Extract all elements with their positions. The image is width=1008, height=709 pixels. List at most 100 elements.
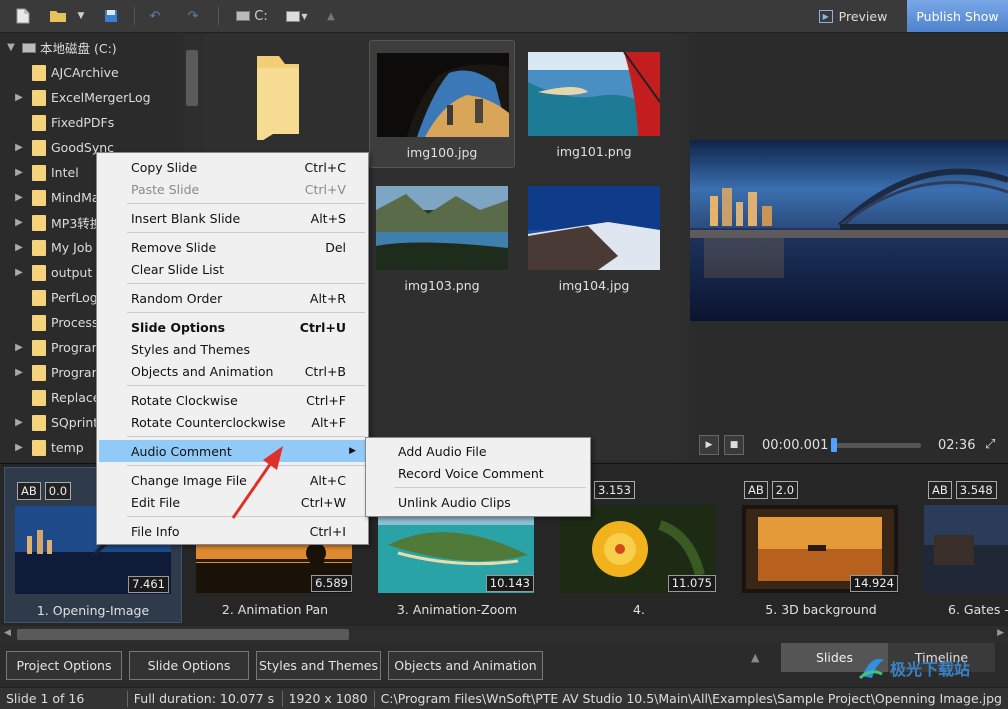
menu-item-paste-slide[interactable]: Paste Slide Ctrl+V [99, 178, 366, 200]
objects-animation-button[interactable]: Objects and Animation [388, 651, 543, 680]
file-item-img101[interactable]: img101.png [521, 40, 667, 168]
tab-timeline[interactable]: Timeline [888, 643, 995, 672]
expand-icon[interactable]: ▶ [12, 192, 26, 203]
transition-badge[interactable]: 0.0 [44, 482, 72, 500]
expand-icon[interactable]: ▶ [12, 167, 26, 178]
tree-item[interactable]: ▶ ExcelMergerLog [0, 85, 182, 110]
status-bar: Slide 1 of 16 Full duration: 10.077 s 19… [0, 687, 1008, 709]
menu-item-edit-file[interactable]: Edit File Ctrl+W [99, 491, 366, 513]
menu-item-slide-options[interactable]: Slide Options Ctrl+U [99, 316, 366, 338]
submenu-item-record-voice-comment[interactable]: Record Voice Comment [368, 462, 588, 484]
tree-item[interactable]: FixedPDFs [0, 110, 182, 135]
transition-badge[interactable]: 3.548 [955, 481, 997, 499]
slide-item[interactable]: AB 3.548 6. Gates -t [914, 467, 1008, 623]
menu-item-objects-and-animation[interactable]: Objects and Animation Ctrl+B [99, 360, 366, 382]
submenu-item-unlink-audio-clips[interactable]: Unlink Audio Clips [368, 491, 588, 513]
folder-icon [32, 264, 46, 281]
expand-icon[interactable]: ▶ [12, 367, 26, 378]
tab-slides[interactable]: Slides [781, 643, 888, 672]
menu-item-remove-slide[interactable]: Remove Slide Del [99, 236, 366, 258]
preview-button[interactable]: ▶ Preview [808, 2, 898, 30]
up-arrow-icon[interactable]: ▲ [323, 5, 339, 27]
file-item-folder[interactable] [217, 40, 363, 168]
menu-item-rotate-clockwise[interactable]: Rotate Clockwise Ctrl+F [99, 389, 366, 411]
slide-item[interactable]: AB 2.0 14.924 5. 3D background [732, 467, 910, 623]
seek-slider[interactable] [831, 438, 921, 452]
folder-icon [32, 389, 46, 406]
tree-item-label: MindMa [51, 190, 100, 205]
menu-item-shortcut: Alt+F [311, 414, 346, 430]
drive-selector[interactable]: C: [232, 5, 272, 27]
menu-item-shortcut: Del [325, 239, 346, 255]
tree-root[interactable]: ▼ 本地磁盘 (C:) [0, 35, 182, 60]
menu-item-change-image-file[interactable]: Change Image File Alt+C [99, 469, 366, 491]
drive-icon [22, 42, 36, 53]
folder-icon [32, 114, 46, 131]
menu-item-insert-blank-slide[interactable]: Insert Blank Slide Alt+S [99, 207, 366, 229]
redo-icon[interactable]: ↷ [182, 5, 204, 27]
transition-badge[interactable]: 3.153 [594, 481, 635, 499]
slide-duration: 6.589 [311, 575, 352, 592]
scroll-right-icon[interactable]: ▶ [997, 628, 1004, 638]
play-preview-icon: ▶ [818, 9, 833, 23]
styles-themes-button[interactable]: Styles and Themes [256, 651, 381, 680]
submenu-item-add-audio-file[interactable]: Add Audio File [368, 440, 588, 462]
folder-icon [32, 289, 46, 306]
fullscreen-icon[interactable]: ⤢ [985, 437, 995, 452]
ab-badge[interactable]: AB [744, 481, 768, 499]
expand-icon[interactable]: ▶ [12, 267, 26, 278]
transition-badge[interactable]: 2.0 [771, 481, 799, 499]
file-item-img104[interactable]: img104.jpg [521, 180, 667, 308]
menu-item-rotate-counterclockwise[interactable]: Rotate Counterclockwise Alt+F [99, 411, 366, 433]
tree-item[interactable]: AJCArchive [0, 60, 182, 85]
expand-icon[interactable]: ▶ [12, 92, 26, 103]
menu-item-copy-slide[interactable]: Copy Slide Ctrl+C [99, 156, 366, 178]
slide-name: 4. [633, 602, 645, 617]
folder-icon [32, 139, 46, 156]
seek-thumb[interactable] [831, 438, 837, 452]
expand-icon[interactable]: ▶ [12, 342, 26, 353]
ab-badge[interactable]: AB [928, 481, 952, 499]
menu-item-audio-comment[interactable]: Audio Comment ▶ [99, 440, 366, 462]
menu-item-styles-and-themes[interactable]: Styles and Themes [99, 338, 366, 360]
menu-item-file-info[interactable]: File Info Ctrl+I [99, 520, 366, 542]
menu-item-clear-slide-list[interactable]: Clear Slide List [99, 258, 366, 280]
play-button[interactable]: ▶ [699, 435, 719, 455]
project-options-button[interactable]: Project Options [6, 651, 122, 680]
file-browser-scrollbar[interactable] [675, 34, 689, 460]
file-item-img100[interactable]: img100.jpg [369, 40, 515, 168]
save-icon[interactable] [100, 5, 122, 27]
ab-badge[interactable]: AB [17, 482, 41, 500]
slide-options-button[interactable]: Slide Options [129, 651, 249, 680]
expand-icon[interactable]: ▶ [12, 217, 26, 228]
expand-icon[interactable]: ▶ [12, 142, 26, 153]
collapse-icon[interactable]: ▼ [4, 42, 18, 53]
slide-name: 5. 3D background [765, 602, 877, 617]
expand-icon[interactable]: ▶ [12, 442, 26, 453]
slide-list-scrollbar[interactable]: ◀ ▶ [0, 626, 1008, 643]
view-mode-icon[interactable]: ▼ [283, 5, 311, 27]
slide-list-scrollbar-thumb[interactable] [17, 629, 349, 640]
undo-icon[interactable]: ↶ [144, 5, 166, 27]
collapse-panel-icon[interactable]: ▲ [751, 651, 759, 664]
file-item-img103[interactable]: img103.png [369, 180, 515, 308]
expand-icon[interactable]: ▶ [12, 417, 26, 428]
expand-icon[interactable]: ▶ [12, 242, 26, 253]
menu-item-label: Audio Comment [131, 443, 232, 459]
stop-button[interactable]: ■ [724, 435, 744, 455]
folder-icon [32, 339, 46, 356]
publish-show-button[interactable]: Publish Show [907, 0, 1008, 32]
open-folder-icon[interactable] [46, 5, 70, 27]
tree-scrollbar-thumb[interactable] [186, 50, 198, 106]
resolution: 1920 x 1080 [283, 690, 375, 707]
folder-icon [32, 239, 46, 256]
scroll-left-icon[interactable]: ◀ [4, 628, 11, 638]
menu-item-shortcut: Ctrl+U [299, 319, 346, 335]
open-dropdown-icon[interactable]: ▼ [74, 5, 88, 27]
new-project-icon[interactable] [12, 5, 34, 27]
menu-item-shortcut: Alt+C [309, 472, 346, 488]
menu-item-random-order[interactable]: Random Order Alt+R [99, 287, 366, 309]
menu-item-label: Random Order [131, 290, 223, 306]
menu-item-shortcut: Ctrl+I [309, 523, 346, 539]
tree-item-label: output [51, 265, 93, 280]
